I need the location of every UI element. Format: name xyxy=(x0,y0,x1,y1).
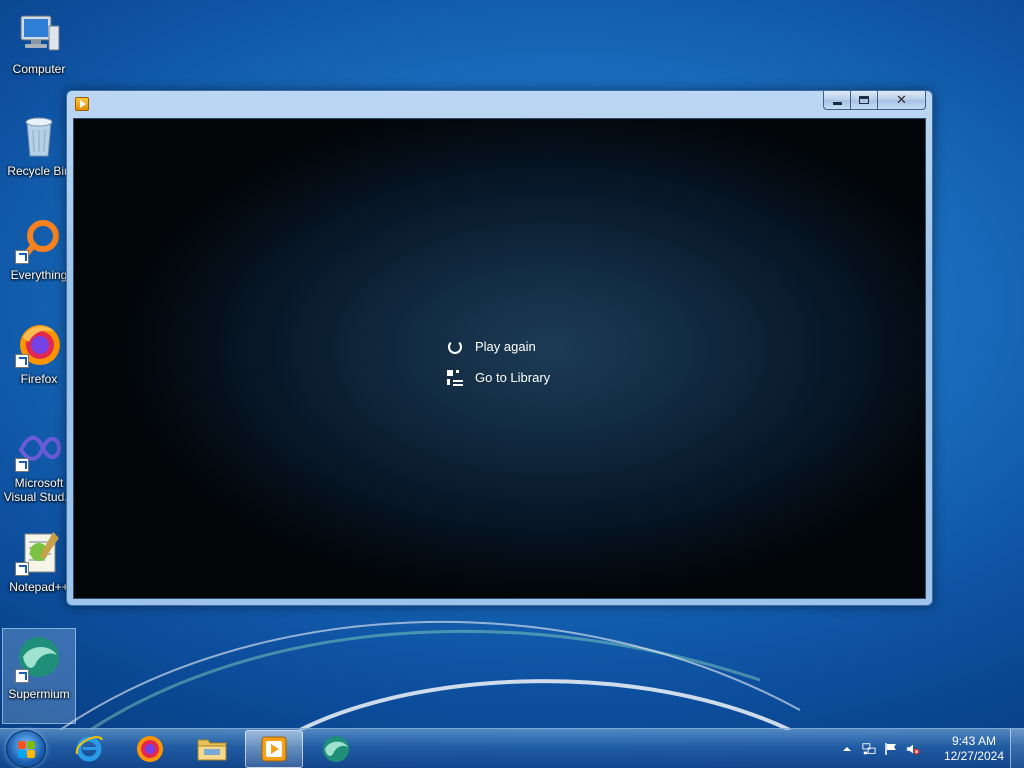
firefox-icon xyxy=(15,320,63,368)
everything-search-icon xyxy=(15,216,63,264)
caption-buttons: ✕ xyxy=(823,91,926,110)
desktop-icon-firefox[interactable]: Firefox xyxy=(2,314,76,410)
volume-muted-icon[interactable] xyxy=(906,742,920,756)
clock[interactable]: 9:43 AM 12/27/2024 xyxy=(944,734,1004,764)
shortcut-arrow-icon xyxy=(15,669,29,683)
shortcut-arrow-icon xyxy=(15,354,29,368)
taskbar-file-explorer[interactable] xyxy=(183,730,241,768)
maximize-icon xyxy=(859,96,869,104)
notepad-plus-plus-icon xyxy=(15,528,63,576)
close-button[interactable]: ✕ xyxy=(878,91,926,110)
replay-icon xyxy=(447,339,463,355)
end-of-playback-menu: Play again Go to Library xyxy=(447,331,550,393)
media-player-window[interactable]: ✕ Play again Go to Library xyxy=(66,90,933,606)
supermium-icon xyxy=(15,635,63,683)
taskbar-internet-explorer[interactable] xyxy=(60,730,118,768)
show-hidden-icons-arrow[interactable] xyxy=(840,742,854,756)
clock-time: 9:43 AM xyxy=(951,734,996,748)
taskbar-media-player[interactable] xyxy=(245,730,303,768)
action-center-flag-icon[interactable] xyxy=(884,742,898,756)
desktop-icon-label: Recycle Bin xyxy=(7,164,71,178)
taskbar: 9:43 AM 12/27/2024 xyxy=(0,728,1024,768)
desktop-icon-visual-studio[interactable]: Microsoft Visual Stud... xyxy=(2,418,76,522)
desktop-icon-label: Microsoft Visual Stud... xyxy=(3,476,75,504)
taskbar-supermium[interactable] xyxy=(307,730,365,768)
system-tray: 9:43 AM 12/27/2024 xyxy=(834,729,1024,768)
media-player-icon xyxy=(261,736,287,762)
maximize-button[interactable] xyxy=(851,91,878,110)
show-desktop-button[interactable] xyxy=(1010,729,1024,768)
desktop-icon-label: Computer xyxy=(12,62,66,76)
firefox-icon xyxy=(137,736,163,762)
taskbar-firefox[interactable] xyxy=(121,730,179,768)
shortcut-arrow-icon xyxy=(15,250,29,264)
visual-studio-icon xyxy=(15,424,63,472)
library-icon xyxy=(447,369,463,386)
minimize-button[interactable] xyxy=(823,91,851,110)
desktop-icon-label: Notepad++ xyxy=(9,580,69,594)
play-again-button[interactable]: Play again xyxy=(447,331,550,362)
shortcut-arrow-icon xyxy=(15,562,29,576)
close-icon: ✕ xyxy=(896,92,907,107)
folder-icon xyxy=(197,739,227,761)
desktop-icon-notepadpp[interactable]: Notepad++ xyxy=(2,522,76,618)
player-area[interactable]: Play again Go to Library xyxy=(73,118,926,599)
minimize-icon xyxy=(832,101,842,105)
internet-explorer-icon xyxy=(75,736,103,762)
desktop-icon-computer[interactable]: Computer xyxy=(2,4,76,100)
desktop-icon-label: Supermium xyxy=(8,687,70,701)
windows-logo-icon xyxy=(18,741,36,759)
supermium-icon xyxy=(323,736,349,762)
recycle-bin-icon xyxy=(15,112,63,160)
desktop-icon-label: Everything xyxy=(10,268,68,282)
go-to-library-label: Go to Library xyxy=(475,370,551,385)
media-player-icon[interactable] xyxy=(75,97,89,111)
shortcut-arrow-icon xyxy=(15,458,29,472)
network-icon[interactable] xyxy=(862,742,876,756)
desktop-icon-everything[interactable]: Everything xyxy=(2,210,76,306)
desktop-icon-supermium[interactable]: Supermium xyxy=(2,628,76,724)
desktop-icon-label: Firefox xyxy=(20,372,58,386)
play-again-label: Play again xyxy=(475,339,536,354)
start-button[interactable] xyxy=(6,730,46,768)
computer-icon xyxy=(15,10,63,58)
desktop-icon-recycle-bin[interactable]: Recycle Bin xyxy=(2,106,76,202)
clock-date: 12/27/2024 xyxy=(943,749,1004,763)
go-to-library-button[interactable]: Go to Library xyxy=(447,362,550,393)
